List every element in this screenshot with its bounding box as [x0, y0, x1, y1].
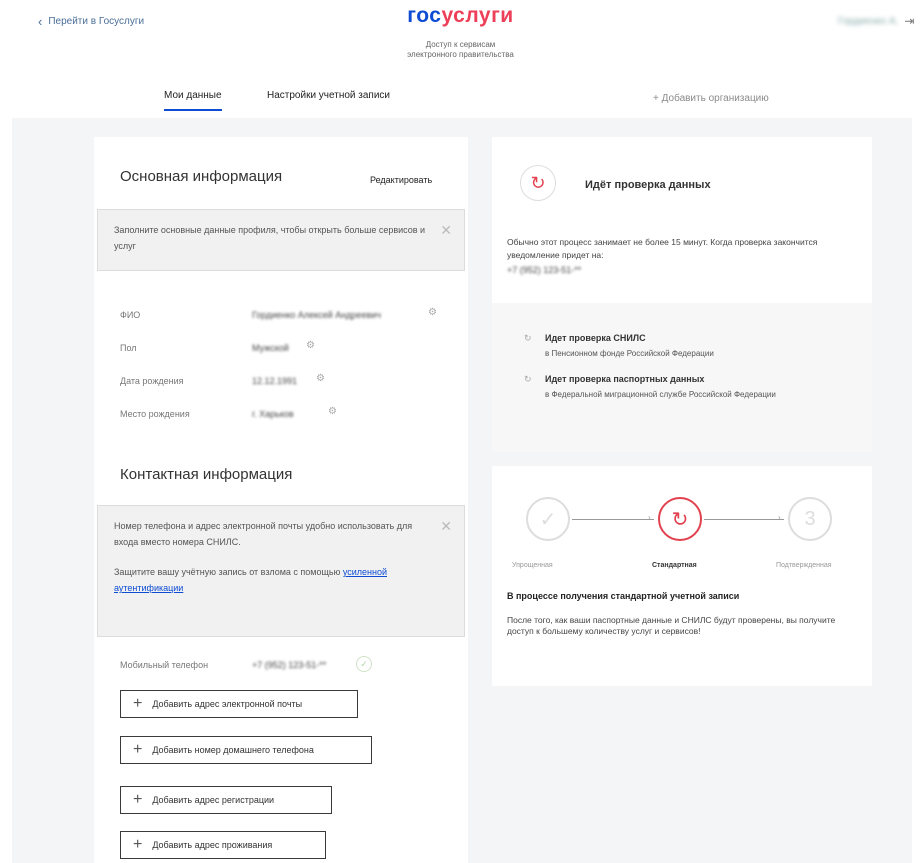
contact-note-prefix: Защитите вашу учётную запись от взлома с…	[114, 567, 341, 577]
check-snils-title: Идет проверка СНИЛС	[545, 333, 646, 343]
add-registration-address-button[interactable]: + Добавить адрес регистрации	[120, 786, 332, 814]
add-email-button[interactable]: + Добавить адрес электронной почты	[120, 690, 358, 718]
check-snils-sub: в Пенсионном фонде Российской Федерации	[545, 349, 714, 358]
edit-button[interactable]: Редактировать	[370, 175, 432, 185]
plus-icon: +	[133, 695, 143, 712]
step-label-standard: Стандартная	[652, 562, 697, 569]
arrow-right-icon: ›	[778, 513, 781, 522]
subtitle-line-2: электронного правительства	[407, 50, 514, 59]
refresh-icon: ↻	[658, 497, 702, 541]
tab-account-settings[interactable]: Настройки учетной записи	[267, 90, 390, 101]
field-value-birthdate: 12.12.1991	[252, 376, 298, 386]
field-value-gender: Мужской	[252, 343, 289, 353]
step-label-simplified: Упрощенная	[512, 562, 553, 569]
add-residence-address-label: Добавить адрес проживания	[152, 840, 273, 850]
arrow-right-icon: ›	[648, 513, 651, 522]
user-name: Гордиенко А.	[838, 15, 899, 27]
check-passport-title: Идет проверка паспортных данных	[545, 374, 705, 384]
steps-heading: В процессе получения стандартной учетной…	[507, 591, 740, 601]
field-value-fio: Гордиенко Алексей Андреевич	[252, 310, 381, 320]
add-home-phone-label: Добавить номер домашнего телефона	[152, 745, 314, 755]
user-menu[interactable]: Гордиенко А. ⇥	[838, 14, 914, 28]
step-label-confirmed: Подтвержденная	[776, 562, 832, 569]
loading-icon: ↻	[524, 333, 532, 343]
mobile-phone-label: Мобильный телефон	[120, 660, 209, 670]
verified-check-icon: ✓	[356, 656, 372, 672]
check-snils: Идет проверка СНИЛС в Пенсионном фонде Р…	[545, 333, 845, 360]
verification-title: Идёт проверка данных	[585, 179, 711, 191]
field-label-fio: ФИО	[120, 310, 141, 320]
check-icon: ✓	[526, 497, 570, 541]
step-number-3: 3	[788, 497, 832, 541]
info-icon: ⚙	[428, 307, 437, 318]
info-icon: ⚙	[316, 373, 325, 384]
profile-note-text: Заполните основные данные профиля, чтобы…	[114, 225, 426, 251]
verification-phone: +7 (952) 123-51-**	[507, 265, 582, 275]
profile-note: Заполните основные данные профиля, чтобы…	[97, 209, 465, 271]
step-connector	[704, 519, 784, 520]
contact-note: Номер телефона и адрес электронной почты…	[97, 505, 465, 637]
logout-icon[interactable]: ⇥	[904, 14, 914, 28]
field-value-birthplace: г. Харьков	[252, 409, 294, 419]
field-label-birthplace: Место рождения	[120, 409, 190, 419]
tab-my-data[interactable]: Мои данные	[164, 90, 222, 111]
verification-card	[492, 137, 872, 303]
loading-icon: ↻	[524, 374, 532, 384]
add-residence-address-button[interactable]: + Добавить адрес проживания	[120, 831, 326, 859]
add-registration-address-label: Добавить адрес регистрации	[152, 795, 275, 805]
close-icon[interactable]: ✕	[440, 222, 452, 238]
logo-subtitle: Доступ к сервисам электронного правитель…	[0, 40, 921, 60]
check-passport-sub: в Федеральной миграционной службе Россий…	[545, 390, 776, 399]
close-icon[interactable]: ✕	[440, 518, 452, 534]
logo-part-gos: гос	[407, 4, 442, 27]
add-home-phone-button[interactable]: + Добавить номер домашнего телефона	[120, 736, 372, 764]
field-label-birthdate: Дата рождения	[120, 376, 184, 386]
check-passport: Идет проверка паспортных данных в Федера…	[545, 374, 825, 401]
plus-icon: +	[133, 791, 143, 808]
verification-desc: Обычно этот процесс занимает не более 15…	[507, 236, 837, 277]
step-connector	[572, 519, 654, 520]
verification-desc-text: Обычно этот процесс занимает не более 15…	[507, 237, 818, 260]
logo-part-uslugi: услуги	[441, 4, 514, 27]
refresh-icon: ↻	[520, 165, 556, 201]
add-email-label: Добавить адрес электронной почты	[152, 699, 303, 709]
info-icon: ⚙	[328, 406, 337, 417]
contact-info-title: Контактная информация	[120, 466, 293, 483]
mobile-phone-value: +7 (952) 123-51-**	[252, 660, 327, 670]
plus-icon: +	[133, 836, 143, 853]
basic-info-title: Основная информация	[120, 168, 283, 185]
contact-note-line-1: Номер телефона и адрес электронной почты…	[114, 521, 413, 547]
subtitle-line-1: Доступ к сервисам	[425, 40, 496, 49]
logo[interactable]: госуслуги	[0, 4, 921, 28]
steps-desc: После того, как ваши паспортные данные и…	[507, 615, 836, 636]
field-label-gender: Пол	[120, 343, 137, 353]
info-icon: ⚙	[306, 340, 315, 351]
add-organization-link[interactable]: + Добавить организацию	[653, 93, 769, 104]
plus-icon: +	[133, 741, 143, 758]
contact-note-line-2: Защитите вашу учётную запись от взлома с…	[114, 564, 448, 596]
